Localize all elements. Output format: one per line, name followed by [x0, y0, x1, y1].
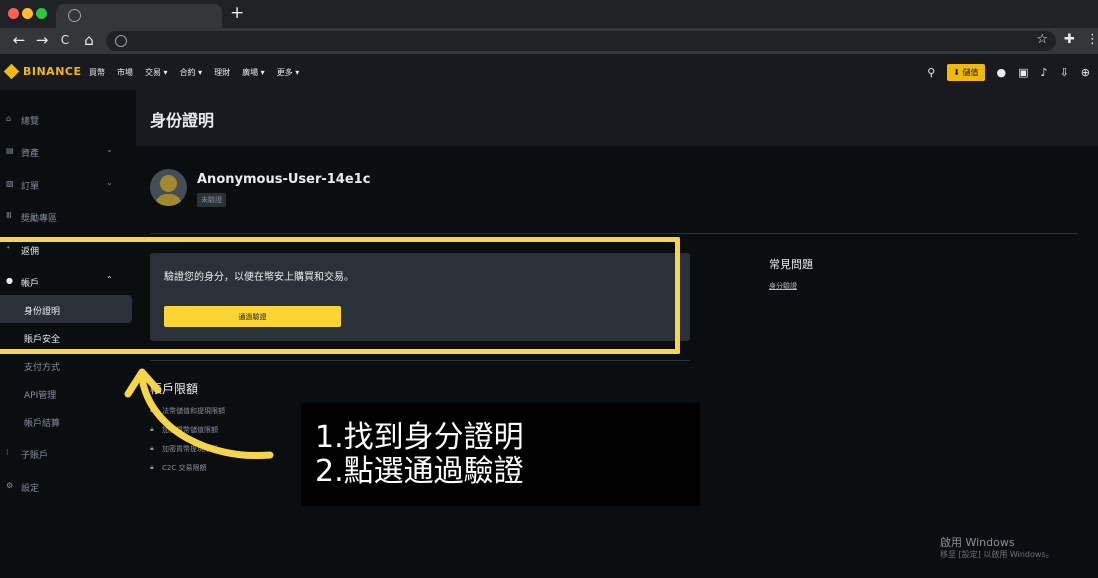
site-header: BINANCE 買幣 市場 交易 ▾ 合約 ▾ 理財 廣場 ▾ 更多 ▾ ⚲ ⬇…	[0, 54, 1098, 90]
nav-more[interactable]: 更多 ▾	[277, 67, 300, 78]
sidebar-item-label: 訂單	[21, 182, 40, 192]
instruction-step-1: 1.找到身分證明	[315, 420, 524, 455]
sidebar-item-settings[interactable]: ⚙ 設定	[0, 472, 136, 500]
minimize-window-button[interactable]	[22, 8, 33, 19]
reload-button[interactable]: C	[56, 33, 74, 47]
extensions-icon[interactable]: ✚	[1064, 32, 1075, 47]
orders-icon: ▧	[6, 179, 14, 188]
back-button[interactable]: ←	[10, 31, 28, 49]
nav-futures[interactable]: 合約 ▾	[180, 67, 203, 78]
deposit-button[interactable]: ⬇ 儲值	[947, 64, 985, 81]
language-globe-icon[interactable]: ⊕	[1081, 66, 1090, 79]
home-button[interactable]: ⌂	[80, 31, 98, 49]
logo-text: BINANCE	[23, 65, 82, 78]
sidebar-item-label: 設定	[21, 484, 40, 494]
sidebar-item-label: 總覽	[21, 117, 40, 127]
windows-activation-hint: 移至 [設定] 以啟用 Windows。	[940, 550, 1054, 559]
browser-toolbar: ← → C ⌂ ☆ ✚ ⋮	[0, 28, 1098, 54]
nav-trade[interactable]: 交易 ▾	[145, 67, 168, 78]
bookmark-star-icon[interactable]: ☆	[1036, 32, 1048, 47]
sidebar-item-overview[interactable]: ⌂ 總覽	[0, 105, 136, 133]
sidebar-item-label: 子賬戶	[21, 451, 49, 461]
page-title-bar: 身份證明	[136, 90, 1098, 146]
curved-arrow-icon	[124, 368, 274, 460]
faq-link-identity[interactable]: 身分驗證	[769, 281, 797, 291]
sidebar-subitem-api[interactable]: API管理	[0, 379, 132, 407]
settings-icon: ⚙	[6, 481, 14, 490]
instruction-step-2: 2.點選通過驗證	[315, 454, 524, 489]
nav-earn[interactable]: 理財	[214, 67, 230, 78]
main-nav: 買幣 市場 交易 ▾ 合約 ▾ 理財 廣場 ▾ 更多 ▾	[89, 67, 299, 78]
sidebar-subitem-statement[interactable]: 帳戶結算	[0, 407, 132, 435]
nav-markets[interactable]: 市場	[117, 67, 133, 78]
nav-buy-crypto[interactable]: 買幣	[89, 67, 105, 78]
chevron-down-icon: ⌄	[106, 145, 113, 154]
wallet-icon[interactable]: ▣	[1018, 66, 1028, 79]
page-title: 身份證明	[150, 111, 215, 130]
sidebar-item-label: 資產	[21, 149, 40, 159]
binance-logo[interactable]: BINANCE	[3, 63, 82, 80]
download-app-icon[interactable]: ⇩	[1060, 66, 1069, 79]
browser-menu-icon[interactable]: ⋮	[1086, 32, 1098, 47]
windows-activation-title: 啟用 Windows	[940, 536, 1015, 549]
home-icon: ⌂	[6, 114, 12, 123]
faq-title: 常見問題	[769, 258, 813, 271]
maximize-window-button[interactable]	[36, 8, 47, 19]
new-tab-button[interactable]: +	[230, 3, 244, 23]
username: Anonymous-User-14e1c	[197, 172, 371, 187]
address-bar[interactable]: ☆	[106, 31, 1056, 51]
sidebar-subitem-label: 帳戶結算	[24, 419, 61, 429]
notification-bell-icon[interactable]: ♪	[1041, 66, 1048, 79]
user-profile-icon[interactable]: ●	[997, 66, 1007, 79]
sidebar-subitem-payment[interactable]: 支付方式	[0, 351, 132, 379]
binance-logo-icon	[3, 63, 20, 80]
sidebar-item-assets[interactable]: ▤ 資產 ⌄	[0, 137, 136, 165]
avatar-head-icon	[160, 175, 177, 192]
nav-square[interactable]: 廣場 ▾	[242, 67, 265, 78]
sidebar-subitem-label: API管理	[24, 391, 57, 401]
sidebar-item-label: 獎勵專區	[21, 214, 58, 224]
wallet-icon: ▤	[6, 146, 14, 155]
status-badge: 未驗證	[197, 193, 226, 207]
avatar	[150, 169, 187, 206]
forward-button[interactable]: →	[33, 31, 51, 49]
sidebar-item-orders[interactable]: ▧ 訂單 ⌄	[0, 170, 136, 198]
search-icon[interactable]: ⚲	[927, 66, 935, 79]
sidebar-item-subaccount[interactable]: ⁝ 子賬戶	[0, 439, 136, 467]
browser-tab-bar: +	[0, 0, 1098, 28]
instruction-note: 1.找到身分證明 2.點選通過驗證	[301, 403, 700, 506]
browser-tab[interactable]	[56, 4, 222, 28]
chevron-down-icon: ⌄	[106, 178, 113, 187]
sidebar-subitem-label: 支付方式	[24, 363, 61, 373]
site-info-icon[interactable]	[115, 35, 127, 47]
globe-icon	[68, 9, 81, 22]
reward-icon: Ⅲ	[6, 211, 12, 220]
subaccount-icon: ⁝	[6, 448, 9, 457]
close-window-button[interactable]	[8, 8, 19, 19]
header-actions: ⚲ ⬇ 儲值 ● ▣ ♪ ⇩ ⊕	[927, 64, 1090, 81]
highlight-box	[0, 237, 680, 354]
avatar-body-icon	[155, 194, 182, 206]
sidebar-item-rewards[interactable]: Ⅲ 獎勵專區	[0, 202, 136, 230]
divider	[150, 233, 1078, 234]
